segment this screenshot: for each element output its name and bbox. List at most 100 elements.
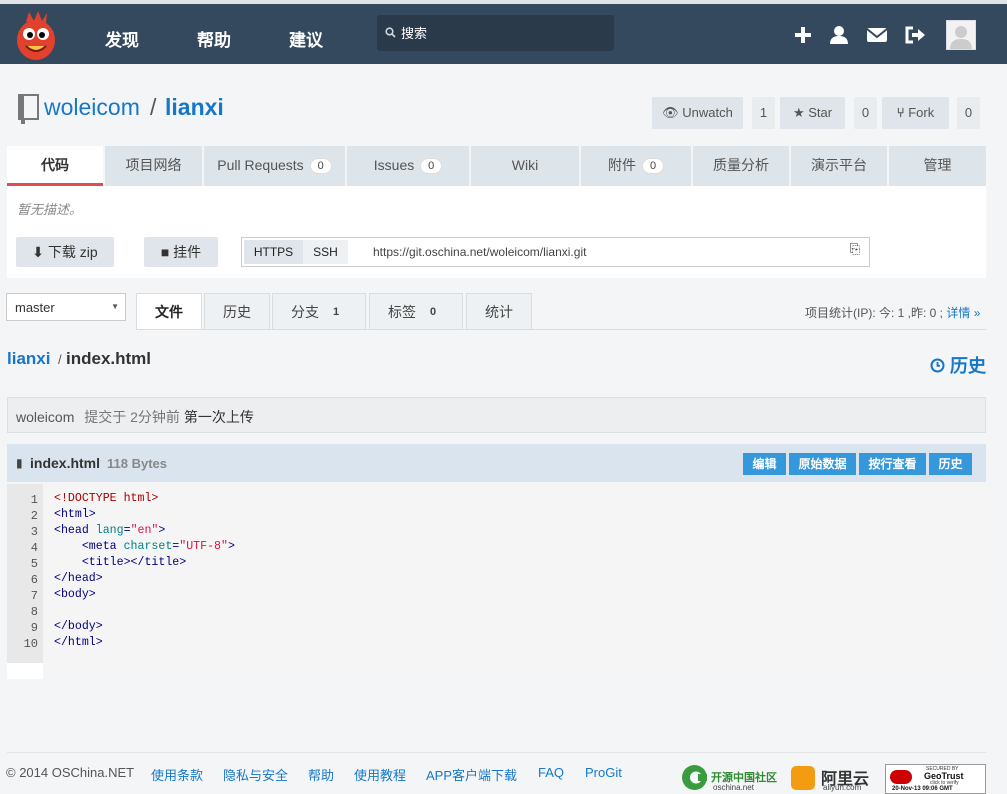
code-line: <body> bbox=[54, 588, 96, 601]
star-icon: ★ bbox=[792, 105, 805, 120]
https-toggle[interactable]: HTTPS bbox=[244, 240, 303, 264]
footer-link-tutorial[interactable]: 使用教程 bbox=[354, 765, 406, 784]
fork-button[interactable]: ⑂ Fork bbox=[882, 97, 949, 129]
footer-copyright: © 2014 OSChina.NET bbox=[6, 765, 135, 780]
footer-link-progit[interactable]: ProGit bbox=[585, 765, 622, 780]
file-tab-files[interactable]: 文件 bbox=[136, 293, 202, 330]
tab-label: 项目网络 bbox=[125, 157, 182, 173]
line-number: 3 bbox=[30, 525, 38, 539]
nav-suggest[interactable]: 建议 bbox=[289, 26, 323, 51]
line-number: 6 bbox=[30, 573, 38, 587]
tab-manage[interactable]: 管理 bbox=[889, 146, 986, 186]
stats-detail-link[interactable]: 详情 » bbox=[946, 306, 980, 320]
count-badge: 0 bbox=[420, 158, 443, 175]
tab-quality[interactable]: 质量分析 bbox=[693, 146, 789, 186]
tab-network[interactable]: 项目网络 bbox=[105, 146, 202, 186]
tab-pull-requests[interactable]: Pull Requests 0 bbox=[204, 146, 345, 186]
fork-icon: ⑂ bbox=[896, 105, 905, 120]
oschina-c-logo-icon bbox=[682, 765, 707, 790]
nav-discover[interactable]: 发现 bbox=[105, 26, 139, 51]
file-icon: ▮ bbox=[16, 456, 23, 470]
star-label: Star bbox=[808, 105, 833, 120]
sign-out-icon[interactable] bbox=[904, 25, 926, 45]
code-line: <!DOCTYPE html> bbox=[54, 492, 159, 505]
footer-link-app[interactable]: APP客户端下载 bbox=[426, 765, 517, 784]
widget-button[interactable]: ■ 挂件 bbox=[144, 237, 218, 267]
footer-link-privacy[interactable]: 隐私与安全 bbox=[223, 765, 288, 784]
line-number: 7 bbox=[30, 589, 38, 603]
repo-separator: / bbox=[150, 94, 157, 120]
unwatch-button[interactable]: 👁︎ Unwatch bbox=[652, 97, 743, 129]
footer-link-terms[interactable]: 使用条款 bbox=[151, 765, 203, 784]
line-number: 8 bbox=[30, 605, 38, 619]
geotrust-badge[interactable]: SECURED BY GeoTrust click to verify 20-N… bbox=[885, 764, 986, 794]
file-tab-history[interactable]: 历史 bbox=[204, 293, 270, 330]
geotrust-date: 20-Nov-13 09:06 GMT bbox=[892, 786, 953, 792]
plus-icon[interactable] bbox=[792, 25, 814, 45]
branch-select[interactable]: master ▼ bbox=[6, 293, 126, 321]
count-badge: 0 bbox=[642, 158, 664, 175]
tab-attachments[interactable]: 附件 0 bbox=[581, 146, 691, 186]
repo-tabs: 代码 项目网络 Pull Requests 0 Issues 0 Wiki 附件 0 … bbox=[7, 146, 986, 186]
file-history-button[interactable]: 历史 bbox=[929, 453, 972, 475]
footer-link-help[interactable]: 帮助 bbox=[308, 765, 334, 784]
footer-separator bbox=[7, 752, 986, 753]
star-count[interactable]: 0 bbox=[854, 97, 877, 129]
aliyun-badge[interactable]: 阿里云 aliyun.com bbox=[791, 763, 875, 793]
history-link[interactable]: 历史 bbox=[930, 352, 986, 378]
repo-name-link[interactable]: lianxi bbox=[165, 94, 224, 121]
count-badge: 0 bbox=[422, 305, 444, 322]
code-line: </html> bbox=[54, 636, 103, 649]
line-number: 10 bbox=[23, 637, 38, 651]
fork-label: Fork bbox=[908, 105, 935, 120]
user-icon[interactable] bbox=[828, 25, 850, 45]
file-tab-tags[interactable]: 标签 0 bbox=[369, 293, 463, 330]
footer-link-faq[interactable]: FAQ bbox=[538, 765, 564, 780]
oschina-mascot-logo[interactable] bbox=[14, 10, 58, 62]
search-input[interactable] bbox=[401, 15, 606, 51]
repo-description: 暂无描述。 bbox=[17, 202, 83, 217]
latest-commit-bar: woleicom 提交于 2分钟前 第一次上传 bbox=[7, 397, 986, 433]
edit-button[interactable]: 编辑 bbox=[743, 453, 786, 475]
tab-label: 演示平台 bbox=[811, 157, 867, 173]
tab-label: 附件 bbox=[608, 157, 636, 173]
tab-issues[interactable]: Issues 0 bbox=[347, 146, 469, 186]
bookmark-icon: ■ bbox=[160, 244, 170, 260]
code-line: <meta charset="UTF-8"> bbox=[54, 540, 235, 553]
file-tab-stats[interactable]: 统计 bbox=[466, 293, 532, 330]
breadcrumb-repo-link[interactable]: lianxi bbox=[7, 349, 50, 369]
watch-count[interactable]: 1 bbox=[752, 97, 775, 129]
download-zip-button[interactable]: ⬇︎ 下载 zip bbox=[16, 237, 114, 267]
fork-count[interactable]: 0 bbox=[957, 97, 980, 129]
tab-wiki[interactable]: Wiki bbox=[471, 146, 579, 186]
avatar[interactable] bbox=[946, 20, 976, 50]
raw-button[interactable]: 原始数据 bbox=[789, 453, 856, 475]
tab-label: 代码 bbox=[41, 157, 69, 173]
ssh-toggle[interactable]: SSH bbox=[303, 240, 348, 264]
commit-author[interactable]: woleicom bbox=[16, 409, 74, 425]
oschina-badge[interactable]: 开源中国社区 oschina.net bbox=[681, 763, 777, 793]
envelope-icon[interactable] bbox=[866, 25, 888, 45]
copy-icon[interactable]: ⎘ bbox=[842, 241, 868, 263]
branch-selected: master bbox=[15, 300, 55, 315]
file-name: index.html bbox=[30, 455, 101, 471]
widget-label: 挂件 bbox=[173, 244, 202, 260]
repo-owner-link[interactable]: woleicom bbox=[44, 94, 140, 121]
clone-url-input[interactable]: https://git.oschina.net/woleicom/lianxi.… bbox=[373, 245, 586, 259]
tab-code[interactable]: 代码 bbox=[7, 146, 103, 186]
nav-help[interactable]: 帮助 bbox=[197, 26, 231, 51]
tab-label: 分支 bbox=[291, 304, 319, 320]
tab-underline bbox=[136, 329, 986, 330]
line-number: 9 bbox=[30, 621, 38, 635]
commit-message[interactable]: 第一次上传 bbox=[184, 409, 254, 425]
star-button[interactable]: ★ Star bbox=[780, 97, 845, 129]
blame-button[interactable]: 按行查看 bbox=[859, 453, 926, 475]
code-line: <head lang="en"> bbox=[54, 524, 166, 537]
file-tab-branches[interactable]: 分支 1 bbox=[272, 293, 366, 330]
geotrust-logo-icon bbox=[890, 770, 912, 784]
tab-label: 管理 bbox=[923, 157, 952, 173]
project-stats: 项目统计(IP): 今: 1 ,昨: 0 ; 详情 » bbox=[805, 304, 980, 321]
eye-icon: 👁︎ bbox=[662, 105, 679, 120]
tab-demo[interactable]: 演示平台 bbox=[791, 146, 887, 186]
caret-down-icon: ▼ bbox=[111, 302, 119, 311]
